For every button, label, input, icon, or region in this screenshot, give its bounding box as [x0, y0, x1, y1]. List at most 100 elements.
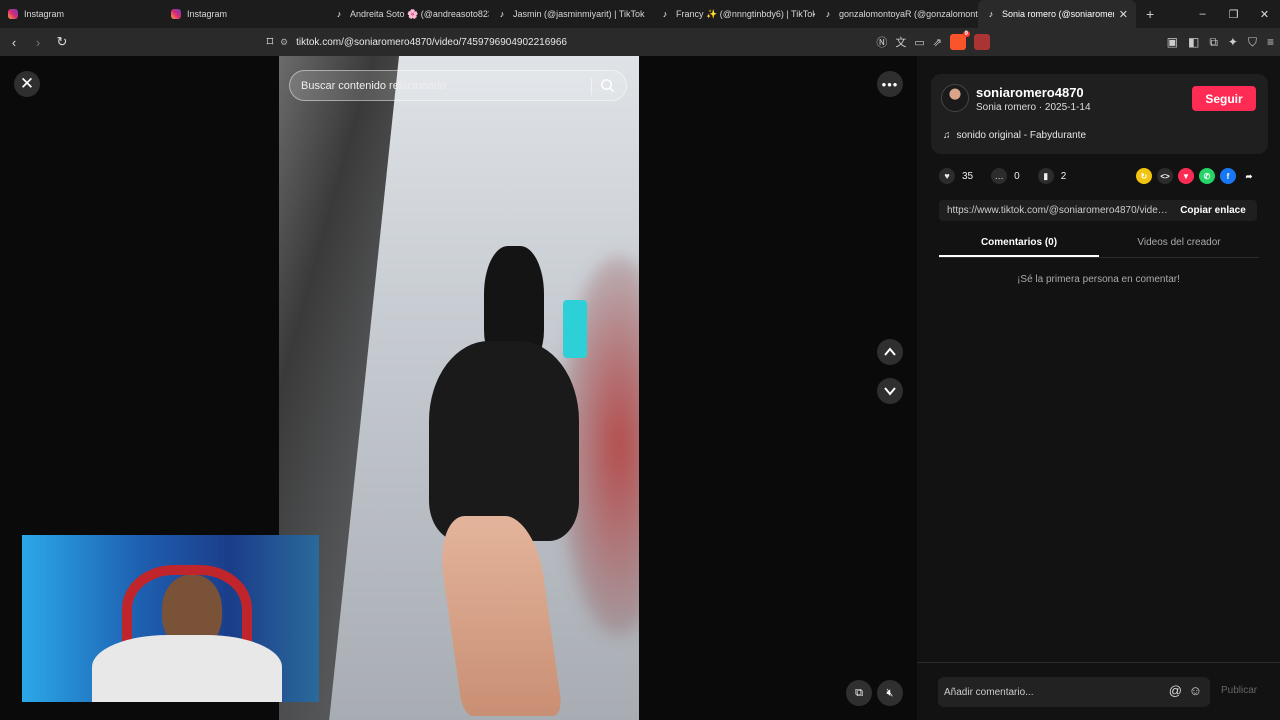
- close-window-button[interactable]: ✕: [1249, 8, 1280, 21]
- music-link[interactable]: ♫ sonido original - Fabydurante: [943, 130, 1086, 141]
- share-buttons: ↻ <> ▼ ✆ f ➦: [1136, 168, 1257, 184]
- save-button[interactable]: ▮ 2: [1037, 168, 1066, 184]
- browser-extensions: ▣ ◧ ⧉ ✦ ⛉ ≡: [1167, 28, 1274, 56]
- browser-tab[interactable]: ♪ Jasmin (@jasminmiyarit) | TikTok: [489, 0, 652, 28]
- pip-button[interactable]: ⧉: [846, 680, 872, 706]
- tab-manager-icon[interactable]: ⧉: [1209, 35, 1218, 50]
- share-icon[interactable]: ⇗: [933, 36, 942, 49]
- tab-label: Jasmin (@jasminmiyarit) | TikTok: [513, 9, 645, 19]
- comment-button[interactable]: … 0: [991, 168, 1020, 184]
- send-icon[interactable]: ▼: [1178, 168, 1194, 184]
- creator-username[interactable]: soniaromero4870: [976, 85, 1084, 100]
- menu-icon[interactable]: ≡: [1267, 35, 1274, 49]
- tab-label: Andreita Soto 🌸 (@andreasoto823: [350, 8, 489, 19]
- whatsapp-icon[interactable]: ✆: [1199, 168, 1215, 184]
- picture-in-picture-icon: ⧉: [855, 686, 863, 699]
- new-tab-button[interactable]: +: [1146, 6, 1154, 22]
- music-note-icon: ♫: [943, 130, 951, 141]
- comment-icon: …: [991, 168, 1008, 184]
- creator-card: soniaromero4870 Sonia romero · 2025-1-14…: [931, 74, 1268, 154]
- search-icon[interactable]: [600, 78, 615, 93]
- brave-shields-icon[interactable]: 9: [950, 31, 970, 50]
- browser-tab-bar: Instagram Instagram ♪ Andreita Soto 🌸 (@…: [0, 0, 1280, 28]
- browser-tab[interactable]: ♪ gonzalomontoyaR (@gonzalomonto: [815, 0, 978, 28]
- like-count: 35: [962, 170, 974, 182]
- tab-label: gonzalomontoyaR (@gonzalomonto: [839, 9, 978, 19]
- brave-rewards-icon[interactable]: [974, 34, 990, 50]
- chevron-down-icon: [884, 387, 896, 396]
- engagement-stats: ♥ 35 … 0 ▮ 2: [939, 166, 1084, 186]
- address-bar-actions: Ⓝ 文 ▭ ⇗ 9: [876, 28, 990, 56]
- tab-label: Francy ✨ (@nnngtinbdy6) | TikTok: [676, 8, 815, 19]
- chevron-up-icon: [884, 347, 896, 356]
- related-search-input[interactable]: Buscar contenido relacionado: [289, 70, 627, 101]
- mention-icon[interactable]: @: [1169, 683, 1182, 698]
- video-subject: [389, 246, 589, 720]
- facebook-icon[interactable]: f: [1220, 168, 1236, 184]
- previous-video-button[interactable]: [877, 339, 903, 365]
- tab-comments[interactable]: Comentarios (0): [939, 232, 1099, 257]
- leo-icon[interactable]: ✦: [1228, 35, 1238, 49]
- share-arrow-icon[interactable]: ➦: [1241, 168, 1257, 184]
- forward-icon[interactable]: ›: [28, 35, 48, 50]
- browser-tab[interactable]: Instagram: [163, 0, 326, 28]
- browser-toolbar: ‹ › ↻ ⌑ ⚙ tiktok.com/@soniaromero4870/vi…: [0, 28, 1280, 56]
- tiktok-icon: ♪: [662, 9, 668, 19]
- follow-button[interactable]: Seguir: [1192, 86, 1256, 111]
- bookmark-icon: ▮: [1037, 168, 1054, 184]
- publish-button[interactable]: Publicar: [1221, 685, 1257, 696]
- reload-icon[interactable]: ↻: [52, 34, 72, 50]
- browser-tab[interactable]: ♪ Francy ✨ (@nnngtinbdy6) | TikTok: [652, 0, 815, 28]
- tiktok-icon: ♪: [825, 9, 831, 19]
- restore-button[interactable]: ❐: [1218, 8, 1249, 21]
- reader-mode-icon[interactable]: Ⓝ: [876, 34, 887, 50]
- back-icon[interactable]: ‹: [4, 35, 24, 50]
- tiktok-icon: ♪: [499, 9, 505, 19]
- music-title: sonido original - Fabydurante: [956, 130, 1087, 141]
- browser-tab[interactable]: ♪ Andreita Soto 🌸 (@andreasoto823: [326, 0, 489, 28]
- emoji-icon[interactable]: ☺: [1189, 683, 1202, 698]
- tab-creator-videos[interactable]: Videos del creador: [1099, 232, 1259, 257]
- browser-tab[interactable]: Instagram: [0, 0, 163, 28]
- window-controls: – ❐ ✕: [1187, 0, 1280, 28]
- like-button[interactable]: ♥ 35: [939, 168, 973, 184]
- volume-muted-icon: 🔇︎: [886, 686, 894, 699]
- mute-button[interactable]: 🔇︎: [877, 680, 903, 706]
- browser-tab-active[interactable]: ♪ Sonia romero (@soniaromero48 ✕: [978, 0, 1136, 28]
- tiktok-icon: ♪: [336, 9, 342, 19]
- embed-icon[interactable]: <>: [1157, 168, 1173, 184]
- brave-badge: 9: [962, 31, 970, 37]
- instagram-icon: [8, 9, 18, 19]
- next-video-button[interactable]: [877, 378, 903, 404]
- translate-icon[interactable]: 文: [895, 34, 906, 50]
- panel-tabs: Comentarios (0) Videos del creador: [939, 232, 1259, 258]
- video-player[interactable]: [279, 56, 639, 720]
- site-info-icon[interactable]: ⚙: [280, 37, 288, 48]
- instagram-icon: [171, 9, 181, 19]
- search-placeholder: Buscar contenido relacionado: [301, 79, 446, 92]
- comment-input[interactable]: Añadir comentario... @ ☺: [938, 677, 1210, 707]
- empty-comments-message: ¡Sé la primera persona en comentar!: [1017, 274, 1180, 285]
- sidebar-icon[interactable]: ◧: [1188, 35, 1199, 49]
- tiktok-icon: ♪: [988, 9, 994, 19]
- tab-label: Instagram: [24, 9, 65, 19]
- copy-link-button[interactable]: Copiar enlace: [1169, 205, 1257, 216]
- cast-icon[interactable]: ▭: [914, 36, 924, 49]
- bookmark-icon[interactable]: ⌑: [260, 34, 280, 50]
- heart-icon: ♥: [939, 168, 955, 184]
- repost-icon[interactable]: ↻: [1136, 168, 1152, 184]
- video-link-row: https://www.tiktok.com/@soniaromero4870/…: [939, 200, 1257, 221]
- wallet-icon[interactable]: ▣: [1167, 35, 1178, 49]
- creator-subtitle: Sonia romero · 2025-1-14: [976, 102, 1091, 113]
- vpn-icon[interactable]: ⛉: [1248, 35, 1257, 50]
- close-tab-icon[interactable]: ✕: [1119, 8, 1128, 21]
- video-link[interactable]: https://www.tiktok.com/@soniaromero4870/…: [939, 205, 1169, 216]
- avatar[interactable]: [941, 84, 969, 112]
- minimize-button[interactable]: –: [1187, 8, 1218, 20]
- video-details-panel: soniaromero4870 Sonia romero · 2025-1-14…: [917, 56, 1280, 720]
- comment-placeholder: Añadir comentario...: [944, 686, 1034, 698]
- more-options-button[interactable]: •••: [877, 71, 903, 97]
- url-text: tiktok.com/@soniaromero4870/video/745979…: [296, 36, 567, 48]
- webcam-overlay: [22, 535, 319, 702]
- close-video-button[interactable]: ✕: [14, 71, 40, 97]
